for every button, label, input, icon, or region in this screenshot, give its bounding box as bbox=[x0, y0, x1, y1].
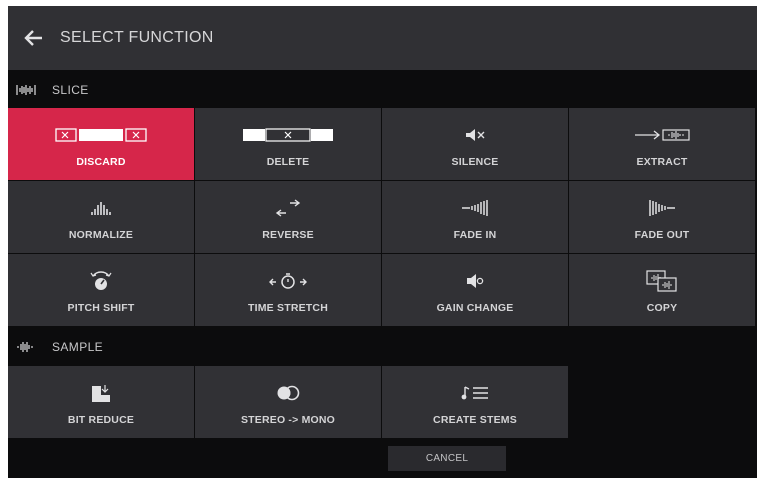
section-label-sample: SAMPLE bbox=[52, 340, 104, 354]
cancel-button[interactable]: CANCEL bbox=[388, 446, 506, 471]
function-silence-button[interactable]: SILENCE bbox=[382, 108, 568, 180]
delete-icon bbox=[242, 120, 334, 150]
create-stems-icon bbox=[460, 378, 490, 408]
function-label: BIT REDUCE bbox=[67, 414, 135, 426]
function-stereo-to-mono-button[interactable]: STEREO -> MONO bbox=[195, 366, 381, 438]
function-discard-button[interactable]: DISCARD bbox=[8, 108, 194, 180]
function-label: EXTRACT bbox=[636, 156, 688, 168]
function-label: REVERSE bbox=[262, 229, 314, 241]
function-bit-reduce-button[interactable]: BIT REDUCE bbox=[8, 366, 194, 438]
function-label: COPY bbox=[646, 302, 678, 314]
bit-reduce-icon bbox=[90, 378, 112, 408]
copy-icon bbox=[645, 266, 679, 296]
section-header-slice: SLICE bbox=[8, 72, 757, 108]
function-label: NORMALIZE bbox=[68, 229, 134, 241]
silence-icon bbox=[464, 120, 486, 150]
stereo-to-mono-icon bbox=[275, 378, 301, 408]
gain-change-icon bbox=[465, 266, 485, 296]
function-label: STEREO -> MONO bbox=[240, 414, 336, 426]
fade-in-icon bbox=[460, 193, 490, 223]
normalize-icon bbox=[90, 193, 112, 223]
function-copy-button[interactable]: COPY bbox=[569, 254, 755, 326]
time-stretch-icon bbox=[268, 266, 308, 296]
fade-out-icon bbox=[647, 193, 677, 223]
function-fade-in-button[interactable]: FADE IN bbox=[382, 181, 568, 253]
function-label: TIME STRETCH bbox=[248, 302, 328, 314]
function-reverse-button[interactable]: REVERSE bbox=[195, 181, 381, 253]
function-fade-out-button[interactable]: FADE OUT bbox=[569, 181, 755, 253]
section-header-sample: SAMPLE bbox=[8, 329, 757, 365]
sample-waveform-icon bbox=[16, 341, 38, 353]
function-extract-button[interactable]: EXTRACT bbox=[569, 108, 755, 180]
function-label: FADE IN bbox=[453, 229, 497, 241]
back-button[interactable] bbox=[8, 6, 60, 70]
slice-waveform-icon bbox=[16, 84, 38, 96]
pitch-shift-icon bbox=[87, 266, 115, 296]
function-gain-change-button[interactable]: GAIN CHANGE bbox=[382, 254, 568, 326]
select-function-screen: SELECT FUNCTION SLICE DISCARD DELETE SILEN… bbox=[8, 6, 757, 478]
function-label: GAIN CHANGE bbox=[436, 302, 514, 314]
reverse-icon bbox=[275, 193, 301, 223]
section-label-slice: SLICE bbox=[52, 83, 89, 97]
function-create-stems-button[interactable]: CREATE STEMS bbox=[382, 366, 568, 438]
function-pitch-shift-button[interactable]: PITCH SHIFT bbox=[8, 254, 194, 326]
function-label: DISCARD bbox=[76, 156, 126, 168]
header-bar: SELECT FUNCTION bbox=[8, 6, 757, 70]
extract-icon bbox=[634, 120, 690, 150]
page-title: SELECT FUNCTION bbox=[60, 29, 214, 46]
function-label: SILENCE bbox=[451, 156, 499, 168]
function-label: DELETE bbox=[266, 156, 310, 168]
function-label: FADE OUT bbox=[634, 229, 690, 241]
discard-icon bbox=[55, 120, 147, 150]
function-label: PITCH SHIFT bbox=[67, 302, 135, 314]
function-time-stretch-button[interactable]: TIME STRETCH bbox=[195, 254, 381, 326]
function-delete-button[interactable]: DELETE bbox=[195, 108, 381, 180]
function-normalize-button[interactable]: NORMALIZE bbox=[8, 181, 194, 253]
arrow-left-icon bbox=[24, 30, 42, 46]
function-label: CREATE STEMS bbox=[433, 414, 517, 426]
